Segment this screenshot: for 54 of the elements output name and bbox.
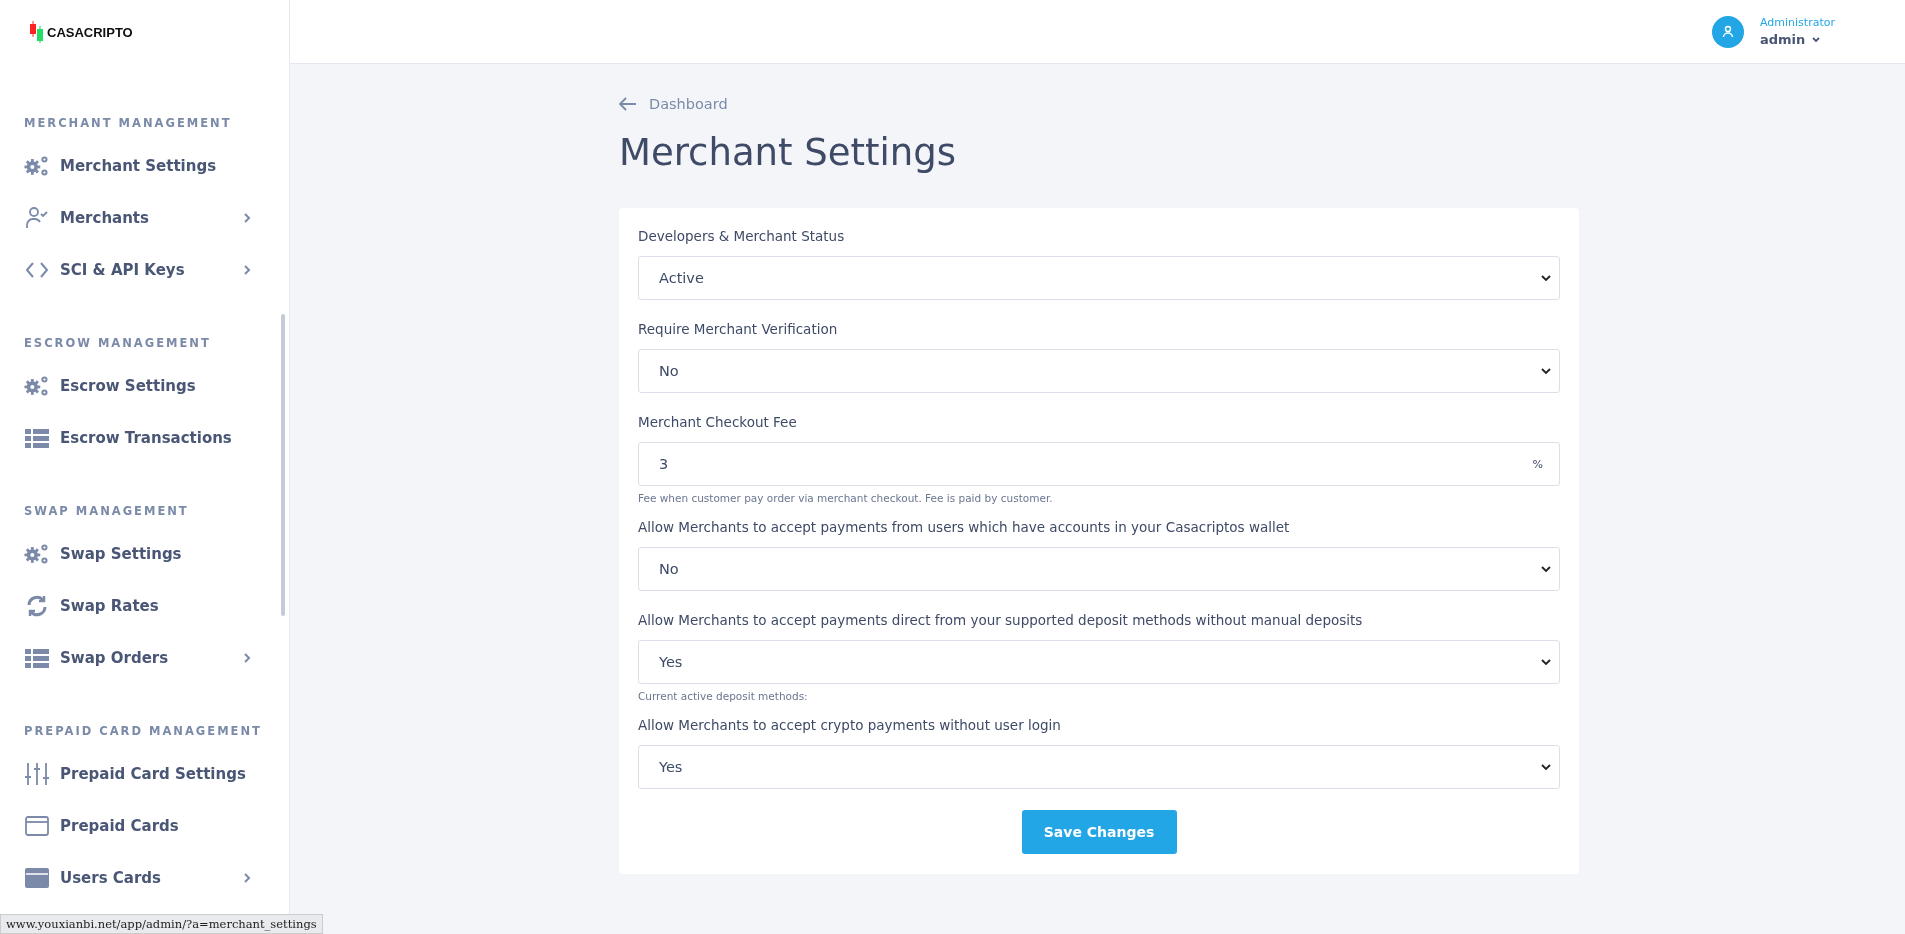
sidebar-item[interactable]: Swap Rates bbox=[0, 580, 289, 632]
list-icon bbox=[24, 648, 50, 668]
select-field[interactable]: Yes bbox=[638, 640, 1560, 684]
window-icon bbox=[24, 868, 50, 888]
sidebar-item[interactable]: Escrow Transactions bbox=[0, 412, 289, 464]
select-field[interactable]: Active bbox=[638, 256, 1560, 300]
arrow-left-icon bbox=[619, 97, 637, 111]
gears-icon bbox=[24, 542, 50, 566]
select-field[interactable]: No bbox=[638, 547, 1560, 591]
user-role: Administrator bbox=[1760, 16, 1835, 29]
code-icon bbox=[24, 260, 50, 280]
window-icon bbox=[24, 816, 50, 836]
field-label: Merchant Checkout Fee bbox=[638, 414, 798, 430]
chevron-down-icon bbox=[1541, 763, 1551, 771]
sliders-icon bbox=[24, 762, 50, 786]
section-heading: SWAP MANAGEMENT bbox=[23, 504, 190, 518]
sidebar-item[interactable]: Escrow Settings bbox=[0, 360, 289, 412]
sidebar-item[interactable]: Swap Settings bbox=[0, 528, 289, 580]
help-text: Fee when customer pay order via merchant checkout. Fee is paid by customer. bbox=[638, 492, 1054, 504]
logo-text: CASACRIPTO bbox=[47, 24, 133, 40]
input-field[interactable]: 3 % bbox=[638, 442, 1560, 486]
caret-icon bbox=[1811, 35, 1822, 44]
field-label: Allow Merchants to accept payments direct from your supported deposit methods without manual deposits bbox=[638, 612, 1364, 628]
user-menu[interactable]: admin bbox=[1760, 32, 1835, 47]
sidebar-item[interactable]: SCI & API Keys bbox=[0, 244, 289, 296]
user-check-icon bbox=[24, 206, 50, 230]
sidebar-item[interactable]: Merchant Settings bbox=[0, 140, 289, 192]
sidebar-item[interactable]: Users Cards bbox=[0, 852, 289, 904]
select-field[interactable]: No bbox=[638, 349, 1560, 393]
sidebar-item[interactable]: Prepaid Cards bbox=[0, 800, 289, 852]
sidebar-item[interactable]: Prepaid Card Settings bbox=[0, 748, 289, 800]
page-title: Merchant Settings bbox=[619, 131, 958, 174]
candlestick-logo-icon bbox=[30, 21, 44, 43]
sidebar-item[interactable]: Swap Orders bbox=[0, 632, 289, 684]
avatar-icon[interactable] bbox=[1712, 15, 1744, 48]
field-label: Developers & Merchant Status bbox=[638, 228, 846, 244]
section-heading: MERCHANT MANAGEMENT bbox=[23, 116, 233, 130]
section-heading: ESCROW MANAGEMENT bbox=[23, 336, 212, 350]
chevron-down-icon bbox=[1541, 274, 1551, 282]
field-label: Require Merchant Verification bbox=[638, 321, 839, 337]
url-status-bar: www.youxianbi.net/app/admin/?a=merchant_settings bbox=[0, 914, 323, 934]
sidebar-item[interactable]: Merchants bbox=[0, 192, 289, 244]
chevron-down-icon bbox=[1541, 367, 1551, 375]
gears-icon bbox=[24, 374, 50, 398]
field-label: Allow Merchants to accept crypto payments without user login bbox=[638, 717, 1062, 733]
field-label: Allow Merchants to accept payments from users which have accounts in your Casacriptos wallet bbox=[638, 519, 1291, 535]
gears-icon bbox=[24, 154, 50, 178]
select-field[interactable]: Yes bbox=[638, 745, 1560, 789]
help-text: Current active deposit methods: bbox=[638, 690, 809, 702]
scrollbar[interactable] bbox=[281, 314, 285, 616]
section-heading: PREPAID CARD MANAGEMENT bbox=[23, 724, 263, 738]
list-icon bbox=[24, 428, 50, 448]
chevron-down-icon bbox=[1541, 658, 1551, 666]
chevron-down-icon bbox=[1541, 565, 1551, 573]
